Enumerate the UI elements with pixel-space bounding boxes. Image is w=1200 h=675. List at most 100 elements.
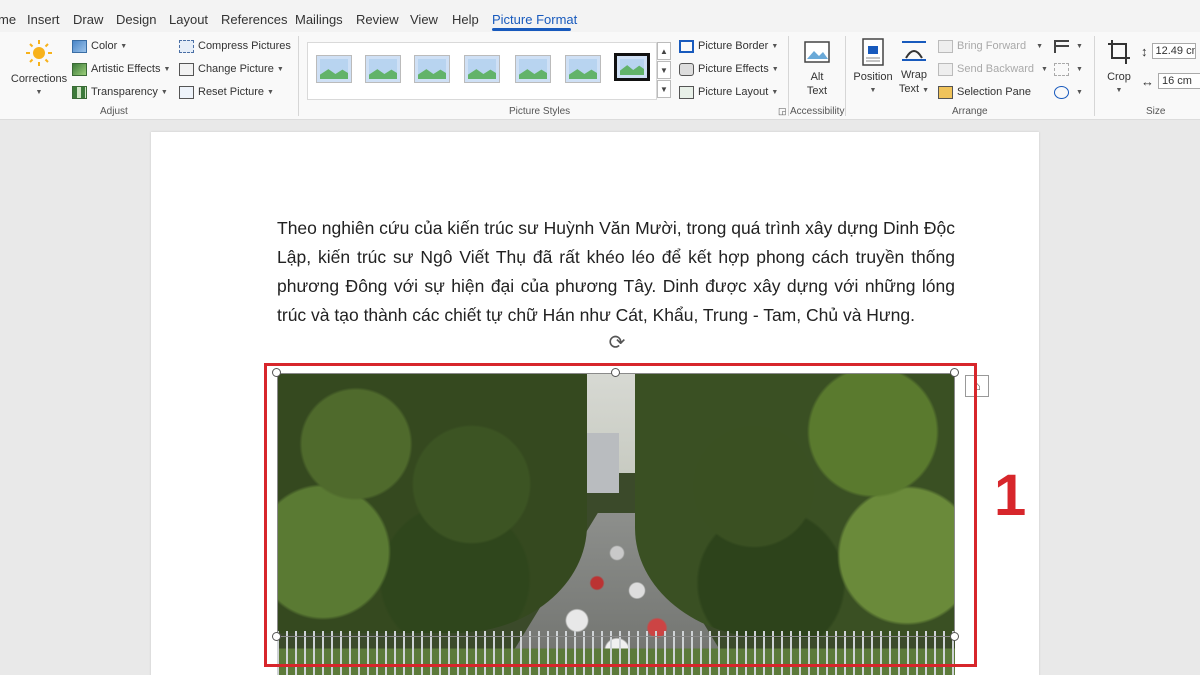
reset-picture-icon <box>179 85 194 99</box>
chevron-down-icon: ▼ <box>160 88 168 96</box>
tab-home[interactable]: me <box>0 12 16 27</box>
picture-effects-icon <box>679 62 694 76</box>
document-paragraph[interactable]: Theo nghiên cứu của kiến trúc sư Huỳnh V… <box>277 214 955 330</box>
ribbon-tabs: me Insert Draw Design Layout References … <box>0 0 1200 32</box>
crop-button[interactable]: Crop ▼ <box>1102 38 1136 98</box>
wrap-text-label-2-text: Text <box>898 83 920 95</box>
corrections-label: Corrections <box>10 73 68 85</box>
picture-layout-icon <box>679 85 694 99</box>
tab-insert[interactable]: Insert <box>27 12 60 27</box>
compress-icon <box>179 39 194 53</box>
picture-layout-label: Picture Layout <box>698 86 769 98</box>
chevron-up-icon[interactable]: ▲ <box>657 42 671 60</box>
picture-styles-gallery <box>307 42 657 100</box>
active-tab-indicator <box>492 28 571 31</box>
height-field[interactable]: ↕ 12.49 cm <box>1141 42 1196 60</box>
picture-styles-group-label: Picture Styles <box>509 106 571 117</box>
tab-draw[interactable]: Draw <box>73 12 103 27</box>
change-picture-icon <box>179 62 194 76</box>
group-separator <box>1094 36 1095 116</box>
adjust-group-label: Adjust <box>100 106 128 117</box>
width-icon: ↔ <box>1141 73 1154 89</box>
chevron-down-icon: ▼ <box>771 42 779 50</box>
height-input[interactable]: 12.49 cm <box>1151 43 1196 59</box>
align-icon <box>1054 39 1069 53</box>
position-button[interactable]: Position ▼ <box>851 38 895 98</box>
corrections-button[interactable]: Corrections ▼ <box>8 38 70 100</box>
chevron-down-icon: ▼ <box>771 65 779 73</box>
tab-view[interactable]: View <box>410 12 438 27</box>
size-group-label: Size <box>1146 106 1166 117</box>
picture-effects-label: Picture Effects <box>698 63 769 75</box>
artistic-effects-label: Artistic Effects <box>91 63 161 75</box>
picture-style-thumb[interactable] <box>565 55 601 83</box>
chevron-down-icon[interactable]: ▼ <box>657 61 671 79</box>
tab-design[interactable]: Design <box>116 12 156 27</box>
chevron-down-icon: ▼ <box>869 87 877 94</box>
align-button[interactable]: ▼ <box>1054 37 1083 55</box>
picture-effects-button[interactable]: Picture Effects ▼ <box>679 60 779 78</box>
send-backward-icon <box>938 62 953 76</box>
rotate-icon <box>1054 85 1069 99</box>
color-icon <box>72 39 87 53</box>
tab-references[interactable]: References <box>221 12 287 27</box>
chevron-down-icon: ▼ <box>1076 42 1083 50</box>
picture-style-thumb[interactable] <box>414 55 450 83</box>
change-picture-label: Change Picture <box>198 63 274 75</box>
change-picture-button[interactable]: Change Picture ▼ <box>179 60 284 78</box>
wrap-text-button[interactable]: Wrap Text ▼ <box>896 38 932 98</box>
bring-forward-button[interactable]: Bring Forward ▼ <box>938 37 1043 55</box>
gallery-scroll: ▲ ▼ ▼ <box>657 42 671 100</box>
width-field[interactable]: ↔ 16 cm <box>1141 72 1200 90</box>
picture-style-thumb[interactable] <box>316 55 352 83</box>
more-styles-icon[interactable]: ▼ <box>657 80 671 98</box>
chevron-down-icon: ▼ <box>1041 65 1048 73</box>
picture-layout-button[interactable]: Picture Layout ▼ <box>679 83 778 101</box>
picture-style-thumb[interactable] <box>614 53 650 81</box>
tab-mailings[interactable]: Mailings <box>295 12 343 27</box>
callout-number: 1 <box>994 463 1027 528</box>
reset-picture-label: Reset Picture <box>198 86 265 98</box>
group-objects-icon <box>1054 62 1069 76</box>
chevron-down-icon: ▼ <box>35 89 43 96</box>
picture-border-button[interactable]: Picture Border ▼ <box>679 37 778 55</box>
tab-layout[interactable]: Layout <box>169 12 208 27</box>
alt-text-button[interactable]: Alt Text <box>798 40 836 98</box>
transparency-button[interactable]: Transparency ▼ <box>72 83 168 101</box>
color-button[interactable]: Color ▼ <box>72 37 127 55</box>
wrap-text-icon <box>902 41 926 61</box>
group-separator <box>788 36 789 116</box>
artistic-effects-button[interactable]: Artistic Effects ▼ <box>72 60 170 78</box>
wrap-text-label-2: Text ▼ <box>896 82 932 98</box>
group-objects-button[interactable]: ▼ <box>1054 60 1083 78</box>
position-label: Position <box>853 71 893 83</box>
sun-icon <box>26 40 52 66</box>
rotate-handle-icon[interactable]: ⟳ <box>606 332 628 354</box>
rotate-button[interactable]: ▼ <box>1054 83 1083 101</box>
send-backward-button[interactable]: Send Backward ▼ <box>938 60 1048 78</box>
chevron-down-icon: ▼ <box>120 42 128 50</box>
crop-icon <box>1108 40 1130 64</box>
compress-pictures-button[interactable]: Compress Pictures <box>179 37 291 55</box>
bring-forward-icon <box>938 39 953 53</box>
tab-review[interactable]: Review <box>356 12 399 27</box>
picture-style-thumb[interactable] <box>515 55 551 83</box>
crop-label: Crop <box>1107 71 1131 83</box>
tab-help[interactable]: Help <box>452 12 479 27</box>
chevron-down-icon: ▼ <box>1036 42 1044 50</box>
selection-pane-icon <box>938 85 953 99</box>
arrange-group-label: Arrange <box>952 106 988 117</box>
reset-picture-button[interactable]: Reset Picture ▼ <box>179 83 274 101</box>
chevron-down-icon: ▼ <box>276 65 284 73</box>
picture-style-thumb[interactable] <box>464 55 500 83</box>
chevron-down-icon: ▼ <box>922 87 930 94</box>
picture-style-thumb[interactable] <box>365 55 401 83</box>
highlight-annotation-box <box>264 363 977 667</box>
transparency-icon <box>72 85 87 99</box>
chevron-down-icon: ▼ <box>1115 87 1123 94</box>
alt-text-label-2: Text <box>806 85 828 97</box>
tab-picture-format[interactable]: Picture Format <box>492 12 577 27</box>
dialog-launcher-icon[interactable]: ◲ <box>778 106 787 117</box>
width-input[interactable]: 16 cm <box>1158 73 1200 89</box>
selection-pane-button[interactable]: Selection Pane <box>938 83 1031 101</box>
